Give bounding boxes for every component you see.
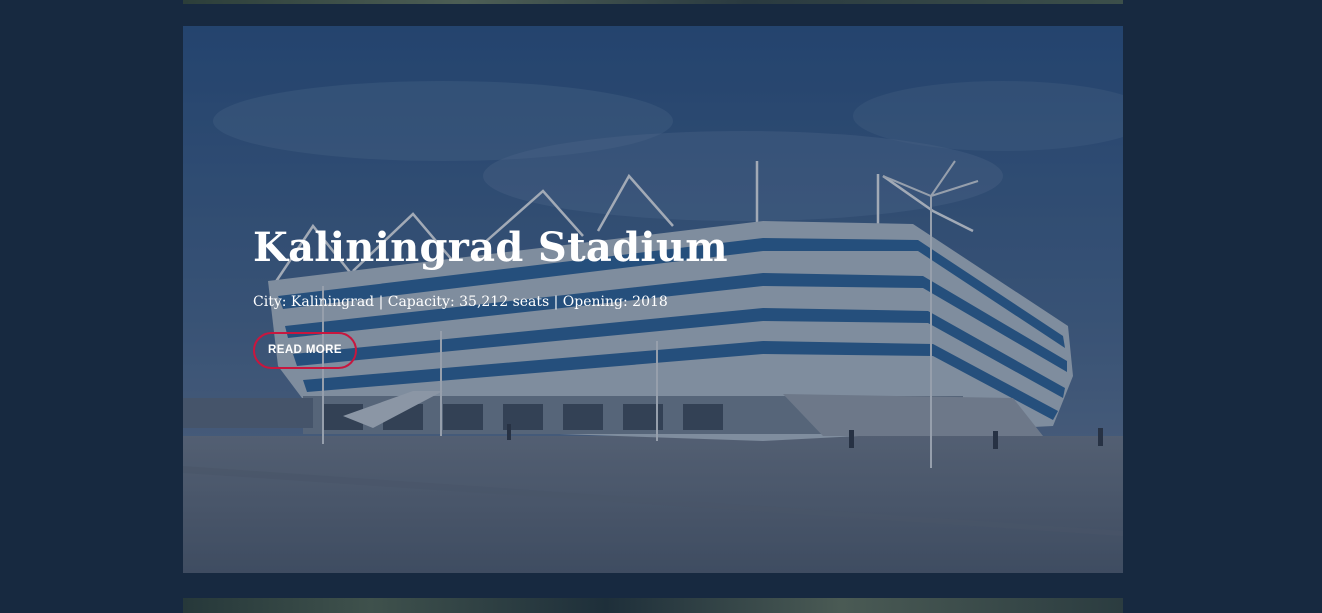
stadium-card: Kaliningrad Stadium City: Kaliningrad | … bbox=[183, 26, 1123, 573]
stadium-title: Kaliningrad Stadium bbox=[253, 224, 728, 271]
stadium-info: Kaliningrad Stadium City: Kaliningrad | … bbox=[253, 224, 728, 369]
stadium-details: City: Kaliningrad | Capacity: 35,212 sea… bbox=[253, 294, 668, 310]
next-stadium-card-edge bbox=[183, 598, 1123, 613]
read-more-button[interactable]: READ MORE bbox=[253, 332, 357, 369]
previous-stadium-card-edge bbox=[183, 0, 1123, 4]
